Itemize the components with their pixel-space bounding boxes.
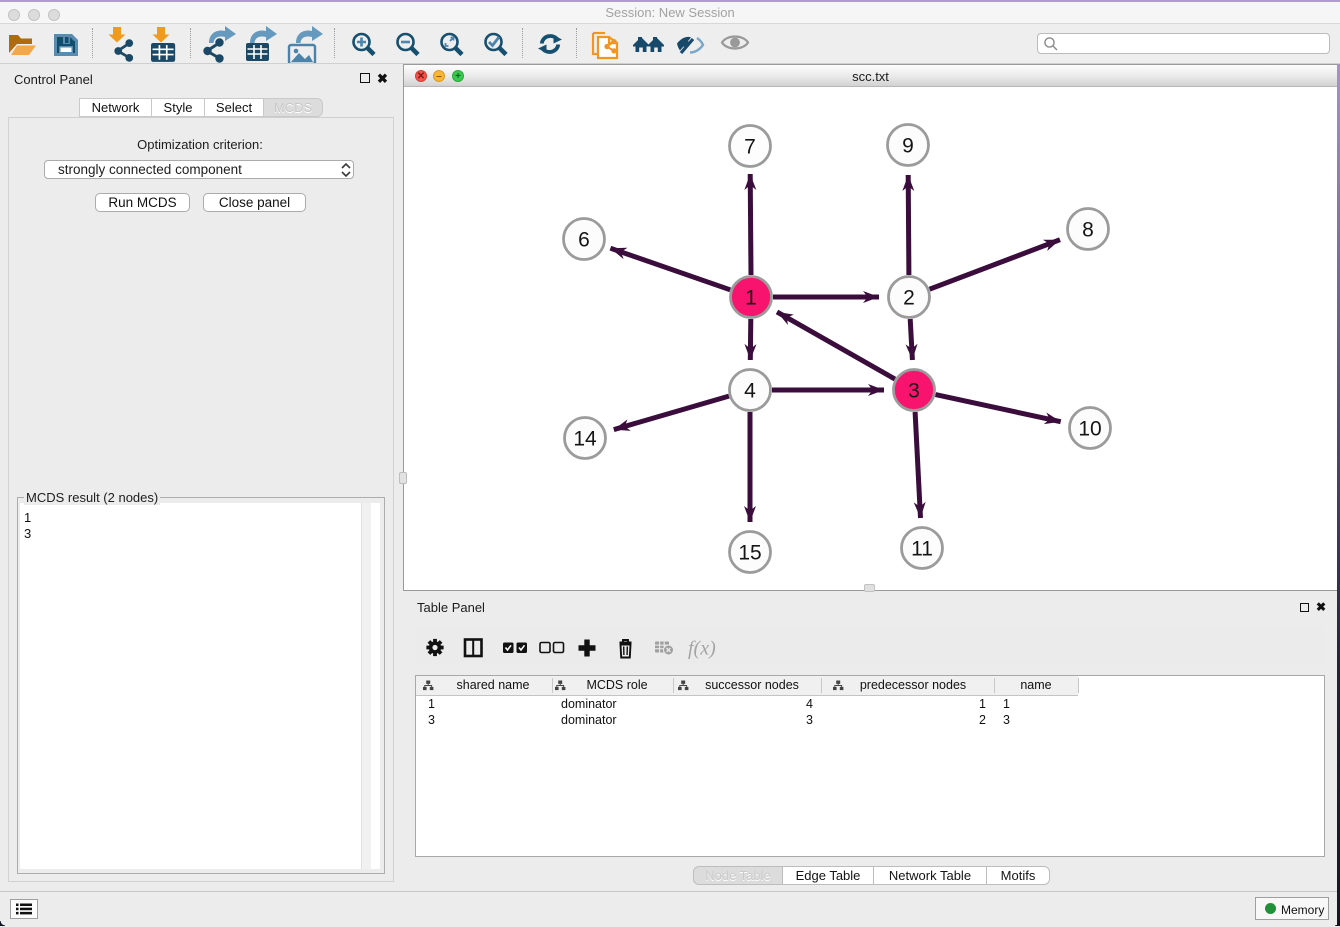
svg-text:8: 8 xyxy=(1082,219,1094,242)
svg-text:4: 4 xyxy=(744,380,756,403)
svg-text:14: 14 xyxy=(573,428,597,451)
svg-text:2: 2 xyxy=(903,287,915,310)
svg-text:10: 10 xyxy=(1078,418,1101,441)
svg-text:1: 1 xyxy=(745,287,757,310)
svg-text:3: 3 xyxy=(908,380,920,403)
svg-text:f(x): f(x) xyxy=(688,638,716,660)
svg-text:7: 7 xyxy=(744,136,756,159)
svg-text:6: 6 xyxy=(578,229,590,252)
svg-text:9: 9 xyxy=(902,135,914,158)
svg-text:11: 11 xyxy=(911,538,933,561)
svg-text:15: 15 xyxy=(738,542,761,565)
